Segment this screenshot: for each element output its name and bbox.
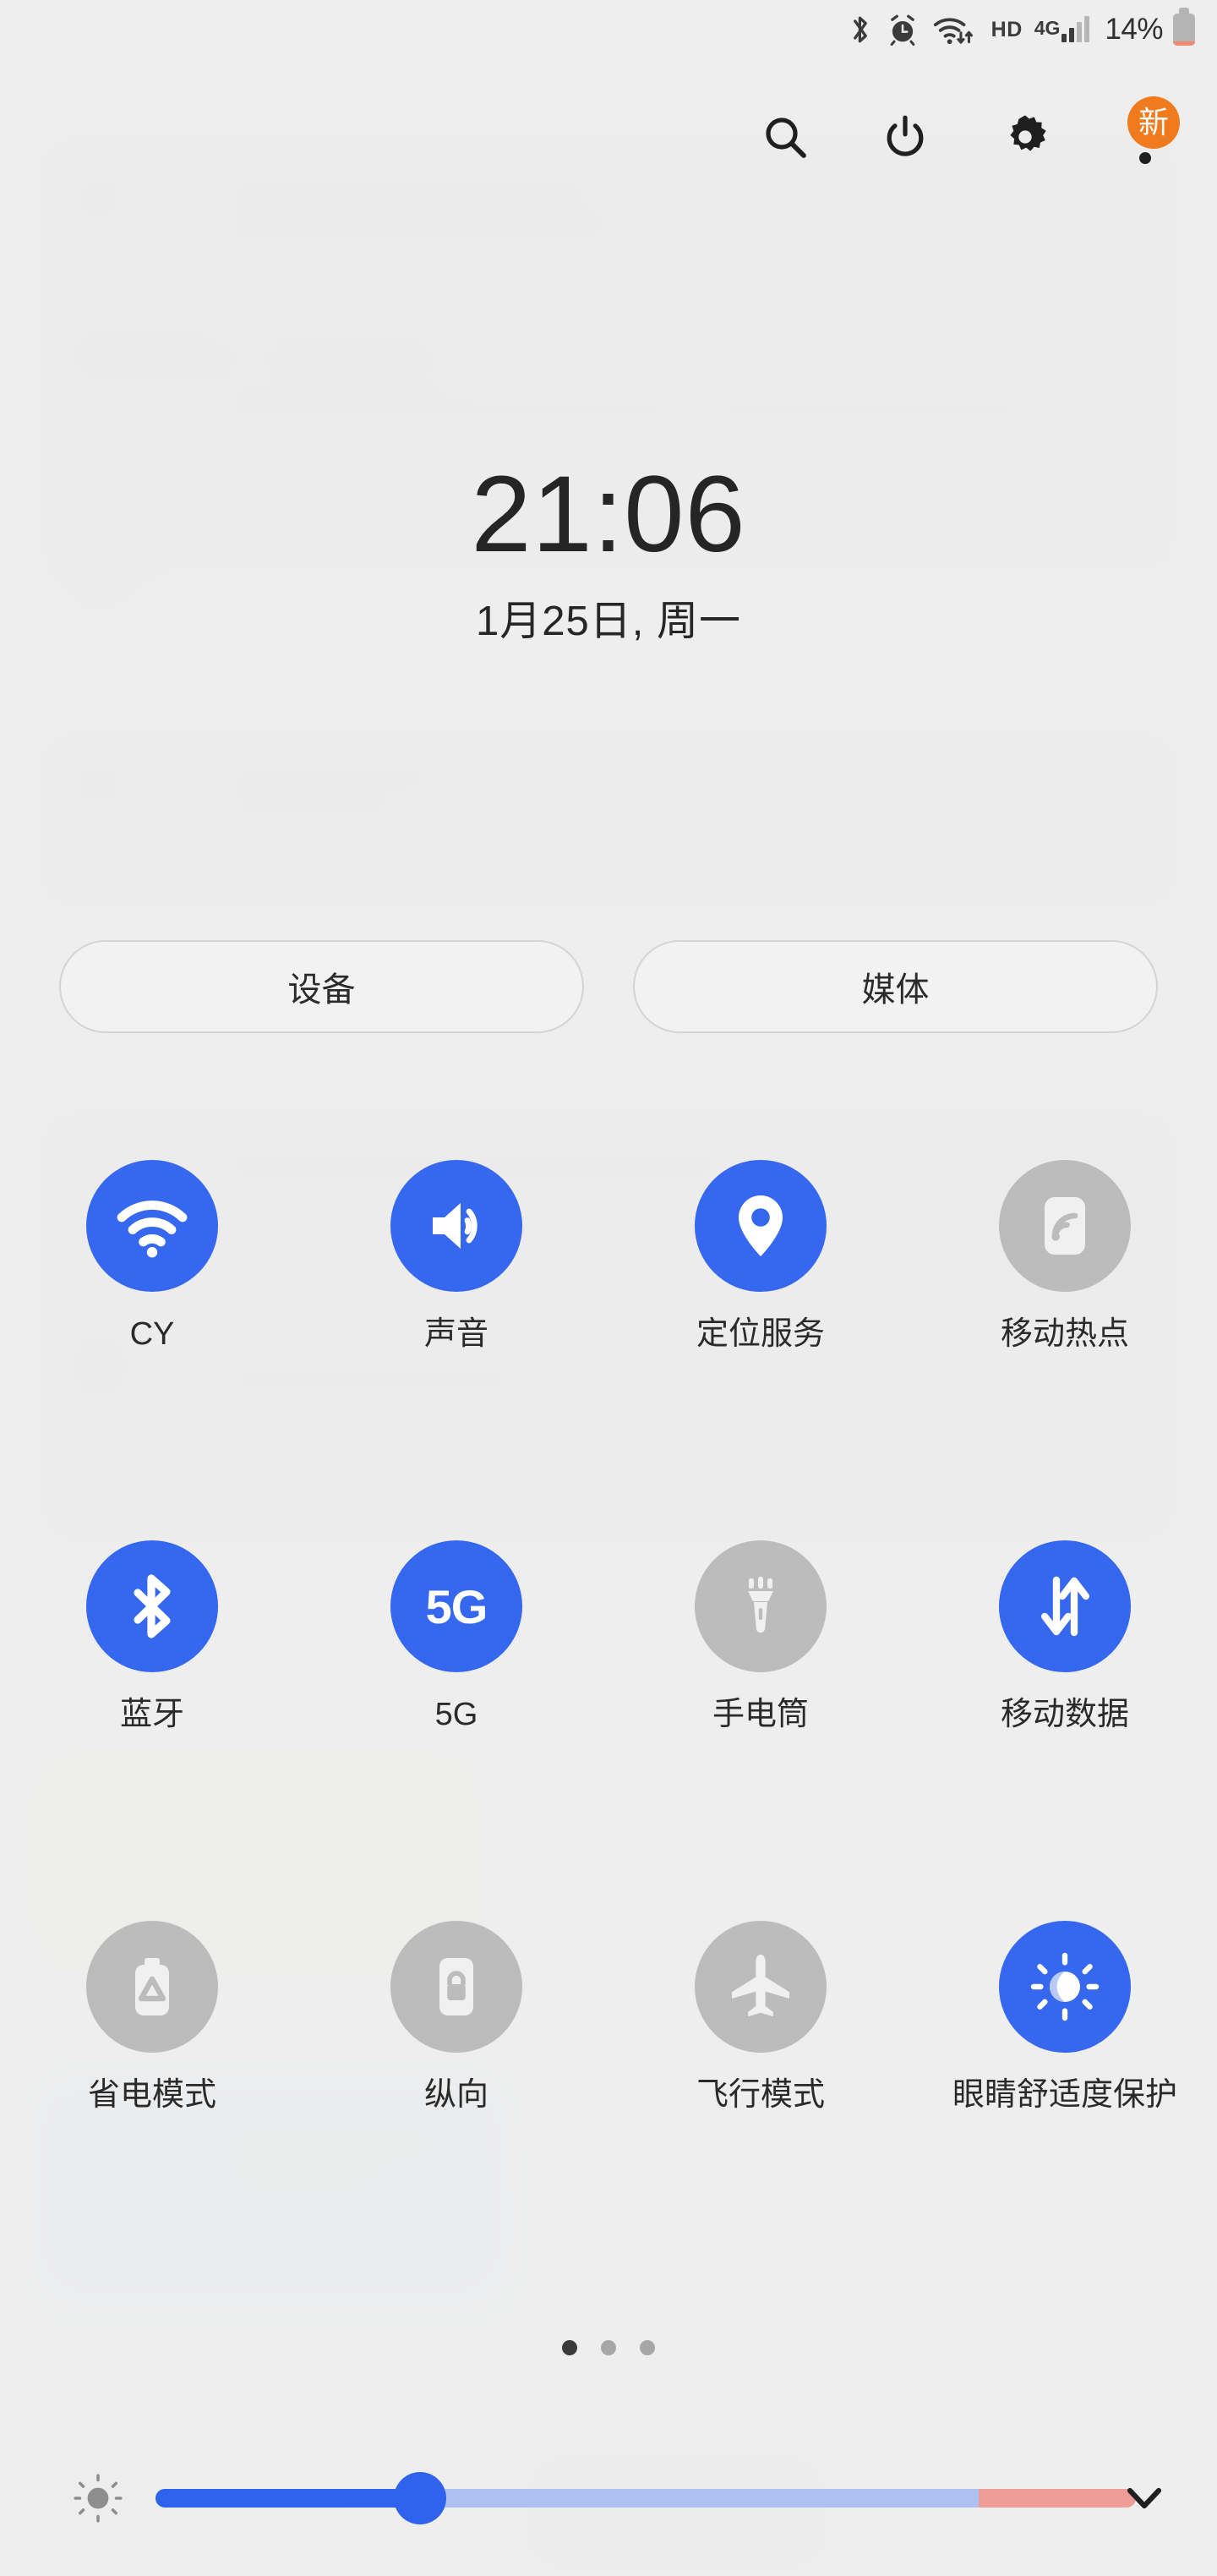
- chevron-down-icon: [1120, 2473, 1169, 2524]
- tile-location[interactable]: 定位服务: [608, 1160, 913, 1540]
- battery-icon: [1173, 14, 1195, 46]
- settings-button[interactable]: [987, 100, 1063, 176]
- tile-5g[interactable]: 5G 5G: [304, 1540, 608, 1921]
- quick-toggle-row-3: 省电模式 纵向 飞行模式: [0, 1921, 1217, 2310]
- clock-time: 21:06: [0, 461, 1217, 569]
- collapse-panel-button[interactable]: [1111, 2464, 1178, 2532]
- search-button[interactable]: [747, 100, 823, 176]
- media-pill-label: 媒体: [862, 962, 930, 1011]
- search-icon: [761, 113, 809, 163]
- power-saving-icon: [86, 1921, 218, 2053]
- page-dot-1[interactable]: [562, 2340, 577, 2355]
- page-dot-2[interactable]: [601, 2340, 616, 2355]
- hotspot-icon: [999, 1160, 1131, 1292]
- tile-airplane-mode[interactable]: 飞行模式: [608, 1921, 913, 2310]
- battery-percent-label: 14%: [1105, 13, 1163, 46]
- flashlight-icon: [695, 1540, 827, 1672]
- brightness-thumb[interactable]: [394, 2472, 446, 2524]
- new-badge: 新: [1127, 96, 1180, 149]
- signal-bars-icon: [1061, 17, 1089, 42]
- tile-5g-label: 5G: [435, 1694, 478, 1736]
- media-pill[interactable]: 媒体: [633, 940, 1158, 1033]
- tile-bluetooth-label: 蓝牙: [120, 1694, 184, 1736]
- tile-eye-comfort-label: 眼睛舒适度保护: [952, 2075, 1177, 2116]
- tile-rotation-lock[interactable]: 纵向: [304, 1921, 608, 2310]
- wifi-transfer-status-icon: [932, 13, 976, 46]
- tile-airplane-mode-label: 飞行模式: [696, 2075, 825, 2116]
- clock-date: 1月25日, 周一: [0, 588, 1217, 648]
- tile-mobile-data-label: 移动数据: [1001, 1694, 1129, 1736]
- power-button[interactable]: [867, 100, 943, 176]
- sound-icon: [390, 1160, 522, 1292]
- brightness-row: [0, 2452, 1217, 2545]
- brightness-slider[interactable]: [156, 2473, 1136, 2524]
- tile-flashlight-label: 手电筒: [712, 1694, 809, 1736]
- tile-rotation-lock-label: 纵向: [424, 2075, 488, 2116]
- rotation-lock-icon: [390, 1921, 522, 2053]
- tile-eye-comfort[interactable]: 眼睛舒适度保护: [913, 1921, 1217, 2310]
- gear-icon: [1001, 112, 1050, 164]
- airplane-icon: [695, 1921, 827, 2053]
- five-g-icon: 5G: [390, 1540, 522, 1672]
- tile-wifi-label: CY: [130, 1314, 175, 1355]
- tile-flashlight[interactable]: 手电筒: [608, 1540, 913, 1921]
- bluetooth-status-icon: [848, 13, 873, 46]
- cellular-status-indicator: 4G: [1034, 17, 1090, 42]
- tile-location-label: 定位服务: [696, 1314, 825, 1355]
- wifi-icon: [86, 1160, 218, 1292]
- eye-comfort-icon: [999, 1921, 1131, 2053]
- alarm-status-icon: [887, 13, 919, 46]
- bluetooth-icon: [86, 1540, 218, 1672]
- power-icon: [881, 113, 929, 163]
- five-g-text: 5G: [426, 1579, 488, 1634]
- tile-power-saving-label: 省电模式: [88, 2075, 216, 2116]
- tile-power-saving[interactable]: 省电模式: [0, 1921, 304, 2310]
- tile-bluetooth[interactable]: 蓝牙: [0, 1540, 304, 1921]
- quick-toggle-row-1: CY 声音 定位服: [0, 1160, 1217, 1540]
- tile-wifi[interactable]: CY: [0, 1160, 304, 1540]
- page-dot-3[interactable]: [640, 2340, 655, 2355]
- panel-toolbar: 新: [0, 100, 1217, 176]
- quick-settings-panel: HD 4G 14%: [0, 0, 1217, 2576]
- brightness-icon: [57, 2472, 139, 2524]
- brightness-fill: [156, 2489, 420, 2508]
- devices-pill-label: 设备: [288, 962, 356, 1011]
- location-icon: [695, 1160, 827, 1292]
- tile-hotspot[interactable]: 移动热点: [913, 1160, 1217, 1540]
- quick-toggle-grid: CY 声音 定位服: [0, 1160, 1217, 2310]
- status-bar: HD 4G 14%: [0, 0, 1217, 59]
- device-media-row: 设备 媒体: [59, 940, 1158, 1033]
- tile-sound-label: 声音: [424, 1314, 488, 1355]
- quick-toggle-row-2: 蓝牙 5G 5G: [0, 1540, 1217, 1921]
- more-options-button[interactable]: 新: [1107, 100, 1183, 176]
- tile-hotspot-label: 移动热点: [1001, 1314, 1129, 1355]
- clock-block: 21:06 1月25日, 周一: [0, 461, 1217, 648]
- network-type-label: 4G: [1034, 19, 1061, 38]
- tile-sound[interactable]: 声音: [304, 1160, 608, 1540]
- tile-mobile-data[interactable]: 移动数据: [913, 1540, 1217, 1921]
- devices-pill[interactable]: 设备: [59, 940, 584, 1033]
- mobile-data-icon: [999, 1540, 1131, 1672]
- page-indicator: [0, 2340, 1217, 2355]
- hd-status-label: HD: [991, 18, 1023, 42]
